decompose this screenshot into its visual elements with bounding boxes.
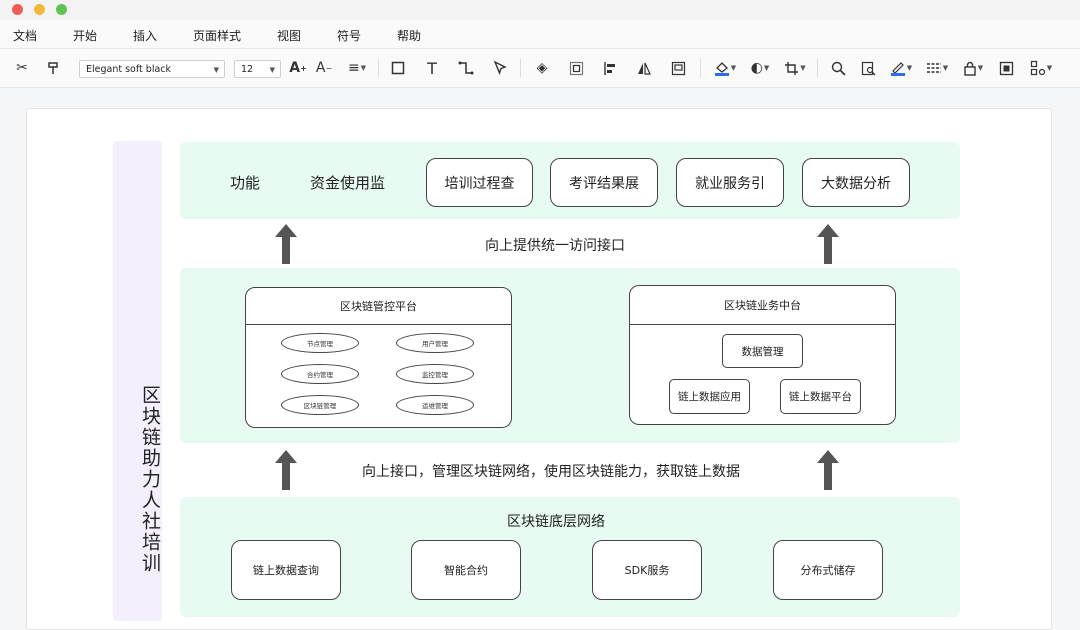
oval-label: 区块链管理 — [303, 402, 337, 410]
caption-unified-interface: 向上提供统一访问接口 — [485, 238, 625, 254]
fill-color-icon[interactable]: ▼ — [712, 58, 738, 78]
bottom-box-distributed-storage[interactable]: 分布式储存 — [773, 540, 883, 600]
top-box-big-data[interactable]: 大数据分析 — [802, 158, 910, 207]
side-title-panel[interactable]: 区块链助力人社培训 — [113, 141, 162, 621]
minimize-window-button[interactable] — [34, 4, 45, 15]
oval-label: 合约管理 — [307, 371, 333, 379]
oval-label: 运维管理 — [422, 402, 448, 410]
shadow-icon[interactable]: ◐ ▼ — [747, 58, 773, 78]
panel-blockchain-business[interactable]: 区块链业务中台 数据管理 链上数据应用 链上数据平台 — [629, 285, 896, 425]
panel-title: 区块链业务中台 — [630, 286, 895, 325]
align-icon[interactable]: ≡ ▼ — [344, 58, 370, 78]
oval-label: 用户管理 — [422, 340, 448, 348]
frame-icon[interactable] — [668, 58, 688, 78]
oval-node-management[interactable]: 节点管理 — [281, 333, 359, 353]
menu-symbol[interactable]: 符号 — [337, 27, 361, 44]
box-onchain-data-application[interactable]: 链上数据应用 — [669, 379, 750, 414]
cut-icon[interactable]: ✂ — [12, 58, 32, 78]
side-title: 区块链助力人社培训 — [139, 385, 161, 574]
up-arrow-icon — [817, 450, 839, 490]
font-size-select[interactable]: 12 ▼ — [234, 60, 281, 78]
menu-document[interactable]: 文档 — [13, 27, 37, 44]
menu-page-style[interactable]: 页面样式 — [193, 27, 241, 44]
bottom-box-label: 链上数据查询 — [253, 564, 319, 577]
menu-bar: 文档 开始 插入 页面样式 视图 符号 帮助 — [0, 20, 1080, 49]
bottom-box-smart-contract[interactable]: 智能合约 — [411, 540, 521, 600]
panel-title: 区块链管控平台 — [246, 288, 511, 325]
layers-icon[interactable]: ◈ — [532, 58, 552, 78]
lock-icon[interactable]: ▼ — [960, 58, 986, 78]
oval-user-management[interactable]: 用户管理 — [396, 333, 474, 353]
menu-insert[interactable]: 插入 — [133, 27, 157, 44]
pointer-icon[interactable] — [490, 58, 510, 78]
line-color-icon[interactable]: ▼ — [888, 58, 914, 78]
menu-start[interactable]: 开始 — [73, 27, 97, 44]
top-box-training-process[interactable]: 培训过程查 — [426, 158, 533, 207]
toolbar-divider — [817, 59, 818, 77]
format-painter-icon[interactable] — [43, 58, 63, 78]
search-icon[interactable] — [828, 58, 848, 78]
caption-upward-interface: 向上接口，管理区块链网络，使用区块链能力，获取链上数据 — [362, 464, 740, 480]
crop-icon[interactable]: ▼ — [782, 58, 808, 78]
font-size-value: 12 — [241, 64, 254, 75]
box-label: 链上数据应用 — [678, 391, 741, 403]
connector-icon[interactable] — [456, 58, 476, 78]
top-box-label: 就业服务引 — [695, 175, 765, 192]
zoom-window-button[interactable] — [56, 4, 67, 15]
oval-chain-management[interactable]: 区块链管理 — [281, 395, 359, 415]
box-onchain-data-platform[interactable]: 链上数据平台 — [780, 379, 861, 414]
oval-monitor-management[interactable]: 监控管理 — [396, 364, 474, 384]
top-box-label: 大数据分析 — [821, 175, 891, 192]
text-icon[interactable]: T — [422, 58, 442, 78]
box-data-management[interactable]: 数据管理 — [722, 334, 803, 368]
bottom-box-label: 智能合约 — [444, 564, 488, 577]
menu-help[interactable]: 帮助 — [397, 27, 421, 44]
title-bar — [0, 0, 1080, 20]
close-window-button[interactable] — [12, 4, 23, 15]
bottom-layer-title: 区块链底层网络 — [507, 514, 605, 530]
flip-icon[interactable] — [634, 58, 654, 78]
fullscreen-icon[interactable] — [996, 58, 1016, 78]
align-left-icon[interactable] — [600, 58, 620, 78]
top-box-label: 考评结果展 — [569, 175, 639, 192]
up-arrow-icon — [817, 224, 839, 264]
up-arrow-icon — [275, 224, 297, 264]
rectangle-icon[interactable] — [388, 58, 408, 78]
toolbar-divider — [520, 59, 521, 77]
font-shrink-icon[interactable]: A − — [314, 58, 334, 78]
oval-contract-management[interactable]: 合约管理 — [281, 364, 359, 384]
bottom-box-data-query[interactable]: 链上数据查询 — [231, 540, 341, 600]
group-icon[interactable] — [566, 58, 586, 78]
find-replace-icon[interactable] — [858, 58, 878, 78]
bottom-box-label: SDK服务 — [624, 564, 670, 577]
up-arrow-icon — [275, 450, 297, 490]
chevron-down-icon: ▼ — [213, 66, 219, 74]
oval-label: 节点管理 — [307, 340, 333, 348]
box-label: 链上数据平台 — [789, 391, 852, 403]
more-shapes-icon[interactable]: ▼ — [1028, 58, 1054, 78]
toolbar-divider — [378, 59, 379, 77]
menu-view[interactable]: 视图 — [277, 27, 301, 44]
oval-label: 监控管理 — [422, 371, 448, 379]
top-box-evaluation-results[interactable]: 考评结果展 — [550, 158, 658, 207]
panel-blockchain-control[interactable]: 区块链管控平台 节点管理 用户管理 合约管理 监控管理 区块链管理 运维管理 — [245, 287, 512, 428]
top-box-label: 培训过程查 — [444, 175, 515, 192]
bottom-box-label: 分布式储存 — [800, 564, 856, 577]
top-label-fund-monitor: 资金使用监 — [310, 174, 386, 192]
box-label: 数据管理 — [741, 345, 784, 358]
oval-ops-management[interactable]: 运维管理 — [396, 395, 474, 415]
line-style-icon[interactable]: ▼ — [924, 58, 950, 78]
chevron-down-icon: ▼ — [269, 66, 275, 74]
font-grow-icon[interactable]: A + — [288, 58, 308, 78]
font-family-value: Elegant soft black — [86, 64, 172, 75]
toolbar: ✂ Elegant soft black ▼ 12 ▼ A + A − ≡ ▼ T ◈… — [0, 49, 1080, 88]
font-family-select[interactable]: Elegant soft black ▼ — [79, 60, 225, 78]
toolbar-divider — [700, 59, 701, 77]
top-label-function: 功能 — [230, 174, 261, 192]
bottom-box-sdk-service[interactable]: SDK服务 — [592, 540, 702, 600]
top-box-employment-service[interactable]: 就业服务引 — [676, 158, 784, 207]
